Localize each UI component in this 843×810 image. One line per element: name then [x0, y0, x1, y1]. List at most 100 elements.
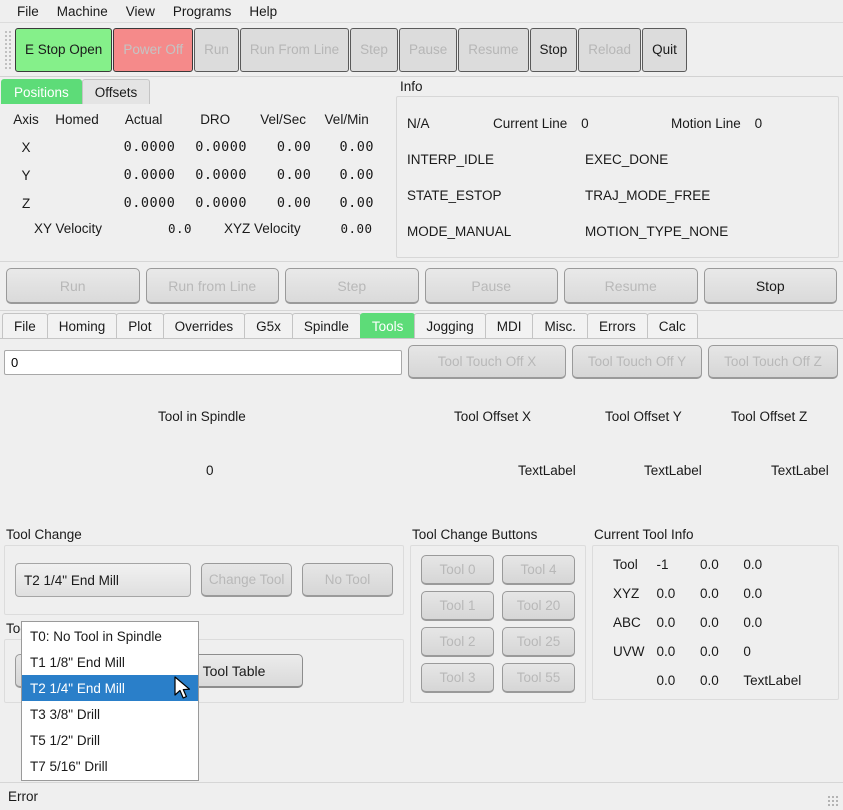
tab-g5x[interactable]: G5x [244, 313, 293, 338]
tool-offset-value-row: 0 TextLabel TextLabel TextLabel [4, 433, 839, 523]
col-homed: Homed [46, 110, 108, 133]
positions-table: Axis Homed Actual DRO Vel/Sec Vel/Min X … [0, 104, 392, 217]
interp-state: INTERP_IDLE [407, 152, 585, 167]
change-tool-button: Change Tool [201, 563, 292, 597]
homed-x [46, 133, 108, 161]
run-button: Run [194, 28, 239, 72]
tab-file[interactable]: File [2, 313, 48, 338]
cti-abc-v1: 0.0 [651, 608, 694, 637]
cti-uvw-v3: 0 [737, 637, 836, 666]
tool-in-spindle-value: 0 [206, 463, 214, 478]
menu-item-view[interactable]: View [117, 2, 164, 21]
cti-label-uvw: UVW [595, 637, 651, 666]
tab-positions[interactable]: Positions [1, 79, 82, 104]
task-mode: MODE_MANUAL [407, 224, 585, 239]
tab-errors[interactable]: Errors [587, 313, 648, 338]
info-groupbox: N/A Current Line 0 Motion Line 0 INTERP_… [396, 96, 839, 258]
exec-state: EXEC_DONE [585, 152, 828, 167]
tool-1-button: Tool 1 [421, 591, 494, 621]
cti-label-abc: ABC [595, 608, 651, 637]
reload-button: Reload [578, 28, 641, 72]
tool-change-group-label: Tool Change [4, 527, 404, 545]
tool-offset-z-label: Tool Offset Z [731, 409, 807, 424]
status-bar: Error [0, 782, 843, 810]
motion-line-value: 0 [755, 116, 763, 131]
info-row-4: MODE_MANUAL MOTION_TYPE_NONE [407, 213, 828, 249]
toolbar-drag-handle[interactable] [4, 30, 12, 70]
positions-tabstrip: Positions Offsets [0, 77, 392, 104]
tool-offset-header-row: Tool in Spindle Tool Offset X Tool Offse… [4, 379, 839, 433]
stop-button[interactable]: Stop [530, 28, 578, 72]
vel-sec-x: 0.00 [251, 133, 315, 161]
dropdown-item-t5[interactable]: T5 1/2" Drill [22, 727, 198, 753]
error-label: Error [8, 789, 38, 804]
current-line-label: Current Line [493, 116, 567, 131]
estop-button[interactable]: E Stop Open [15, 28, 112, 72]
dro-y: 0.0000 [179, 161, 251, 189]
xy-velocity-label: XY Velocity [34, 221, 102, 236]
dro-x: 0.0000 [179, 133, 251, 161]
menu-item-help[interactable]: Help [240, 2, 286, 21]
resume-action-button: Resume [564, 268, 698, 304]
info-row-3: STATE_ESTOP TRAJ_MODE_FREE [407, 177, 828, 213]
run-action-button: Run [6, 268, 140, 304]
cti-uvw-v1: 0.0 [651, 637, 694, 666]
table-row: ABC 0.0 0.0 0.0 [595, 608, 836, 637]
quit-button[interactable]: Quit [642, 28, 687, 72]
dropdown-item-t1[interactable]: T1 1/8" End Mill [22, 649, 198, 675]
tool-change-buttons-column: Tool Change Buttons Tool 0 Tool 4 Tool 1… [410, 527, 586, 703]
menu-item-programs[interactable]: Programs [164, 2, 241, 21]
tab-jogging[interactable]: Jogging [414, 313, 485, 338]
table-row: Tool -1 0.0 0.0 [595, 550, 836, 579]
tool-in-spindle-label: Tool in Spindle [158, 409, 246, 424]
cti-abc-v3: 0.0 [737, 608, 836, 637]
xy-velocity-value: 0.0 [136, 221, 192, 236]
tool-change-buttons-group-label: Tool Change Buttons [410, 527, 586, 545]
tool-select-combobox[interactable]: T2 1/4" End Mill [15, 563, 191, 597]
motion-line-label: Motion Line [671, 116, 741, 131]
tab-offsets[interactable]: Offsets [82, 79, 151, 104]
current-tool-info-column: Current Tool Info Tool -1 0.0 0.0 XYZ 0.… [592, 527, 839, 703]
tab-overrides[interactable]: Overrides [163, 313, 246, 338]
power-button[interactable]: Power Off [113, 28, 193, 72]
stop-action-button[interactable]: Stop [704, 268, 838, 304]
actual-z: 0.0000 [108, 189, 180, 217]
main-toolbar: E Stop Open Power Off Run Run From Line … [0, 23, 843, 77]
tool-4-button: Tool 4 [502, 555, 575, 585]
current-tool-info-group-label: Current Tool Info [592, 527, 839, 545]
col-dro: DRO [179, 110, 251, 133]
tab-homing[interactable]: Homing [47, 313, 118, 338]
table-row: UVW 0.0 0.0 0 [595, 637, 836, 666]
dropdown-item-t0[interactable]: T0: No Tool in Spindle [22, 623, 198, 649]
main-tabstrip: File Homing Plot Overrides G5x Spindle T… [0, 311, 843, 339]
current-line-block: Current Line 0 [493, 116, 671, 131]
tool-touch-off-x-button: Tool Touch Off X [408, 345, 566, 379]
dropdown-item-t2[interactable]: T2 1/4" End Mill [22, 675, 198, 701]
cti-abc-v2: 0.0 [694, 608, 737, 637]
tool-touch-off-input[interactable] [4, 350, 402, 375]
dropdown-item-t3[interactable]: T3 3/8" Drill [22, 701, 198, 727]
task-state: STATE_ESTOP [407, 188, 585, 203]
tab-mdi[interactable]: MDI [485, 313, 534, 338]
tool-select-dropdown-popup[interactable]: T0: No Tool in Spindle T1 1/8" End Mill … [21, 621, 199, 781]
cti-tool-v1: -1 [651, 550, 694, 579]
tab-calc[interactable]: Calc [647, 313, 698, 338]
menu-item-machine[interactable]: Machine [48, 2, 117, 21]
traj-mode: TRAJ_MODE_FREE [585, 188, 828, 203]
axis-label-x: X [6, 133, 46, 161]
dropdown-item-t7[interactable]: T7 5/16" Drill [22, 753, 198, 779]
tab-plot[interactable]: Plot [116, 313, 163, 338]
table-row: X 0.0000 0.0000 0.00 0.00 [6, 133, 378, 161]
tool-3-button: Tool 3 [421, 663, 494, 693]
homed-y [46, 161, 108, 189]
info-panel: Info N/A Current Line 0 Motion Line 0 IN… [392, 77, 843, 261]
tab-misc[interactable]: Misc. [532, 313, 588, 338]
col-axis: Axis [6, 110, 46, 133]
window-resize-grip[interactable] [827, 795, 840, 808]
cti-tool-v3: 0.0 [737, 550, 836, 579]
no-tool-button: No Tool [302, 563, 393, 597]
tab-tools[interactable]: Tools [360, 313, 416, 338]
menu-item-file[interactable]: File [8, 2, 48, 21]
tool-offset-y-label: Tool Offset Y [605, 409, 682, 424]
tab-spindle[interactable]: Spindle [292, 313, 361, 338]
